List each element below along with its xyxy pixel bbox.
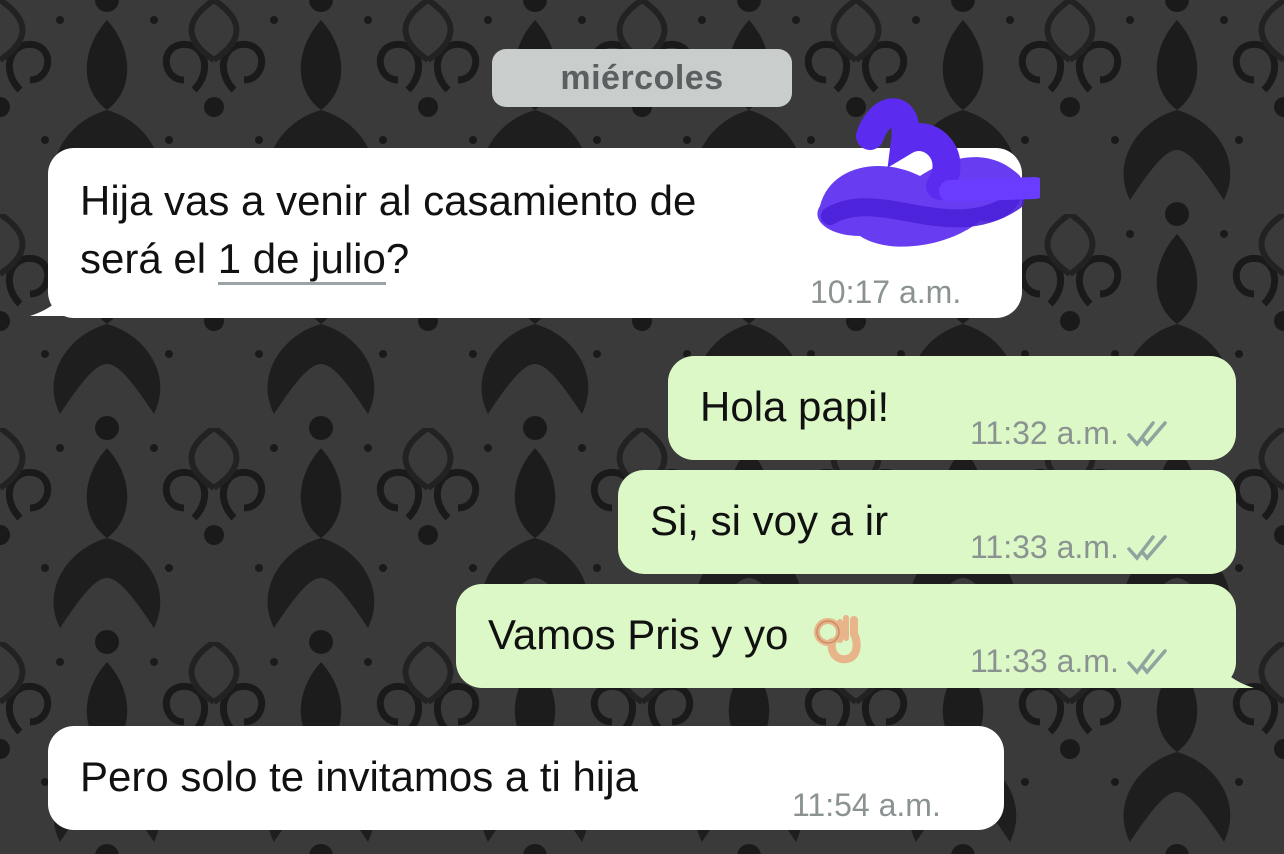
- message-line: Hija vas a venir al casamiento de: [80, 177, 697, 224]
- message-bubble-outgoing[interactable]: Si, si voy a ir 11:33 a.m.: [618, 470, 1236, 574]
- message-meta: 11:54 a.m.: [792, 776, 941, 834]
- double-check-icon: [1127, 421, 1167, 447]
- double-check-icon: [1127, 649, 1167, 675]
- message-text: Vamos Pris y yo: [488, 606, 862, 664]
- double-check-icon: [1127, 535, 1167, 561]
- message-time: 11:32 a.m.: [970, 415, 1119, 451]
- message-bubble-outgoing[interactable]: Hola papi! 11:32 a.m.: [668, 356, 1236, 460]
- message-text-part: será el: [80, 235, 218, 282]
- message-text: Hola papi!: [700, 383, 890, 430]
- message-bubble-outgoing[interactable]: Vamos Pris y yo 11:33 a.m.: [456, 584, 1236, 688]
- date-separator-label: miércoles: [560, 58, 724, 97]
- message-time: 11:33 a.m.: [970, 529, 1119, 565]
- message-bubble-incoming[interactable]: Pero solo te invitamos a ti hija 11:54 a…: [48, 726, 1004, 830]
- ok-hand-icon: [813, 614, 861, 664]
- message-text: Si, si voy a ir: [650, 497, 889, 544]
- scribble-redaction: [817, 98, 1040, 247]
- message-line: será el 1 de julio?: [80, 230, 696, 288]
- message-text-part: ?: [385, 235, 410, 282]
- message-text: Pero solo te invitamos a ti hija: [80, 753, 638, 800]
- date-separator: miércoles: [492, 49, 792, 107]
- message-text: Hija vas a venir al casamiento de será e…: [80, 172, 696, 288]
- date-link[interactable]: 1 de julio: [217, 235, 386, 285]
- message-time: 11:33 a.m.: [970, 643, 1119, 679]
- message-meta: 11:33 a.m.: [970, 518, 1171, 576]
- message-meta: 11:32 a.m.: [970, 404, 1171, 462]
- message-meta: 11:33 a.m.: [970, 632, 1171, 690]
- message-text-part: Vamos Pris y yo: [488, 611, 789, 658]
- message-time: 11:54 a.m.: [792, 787, 941, 823]
